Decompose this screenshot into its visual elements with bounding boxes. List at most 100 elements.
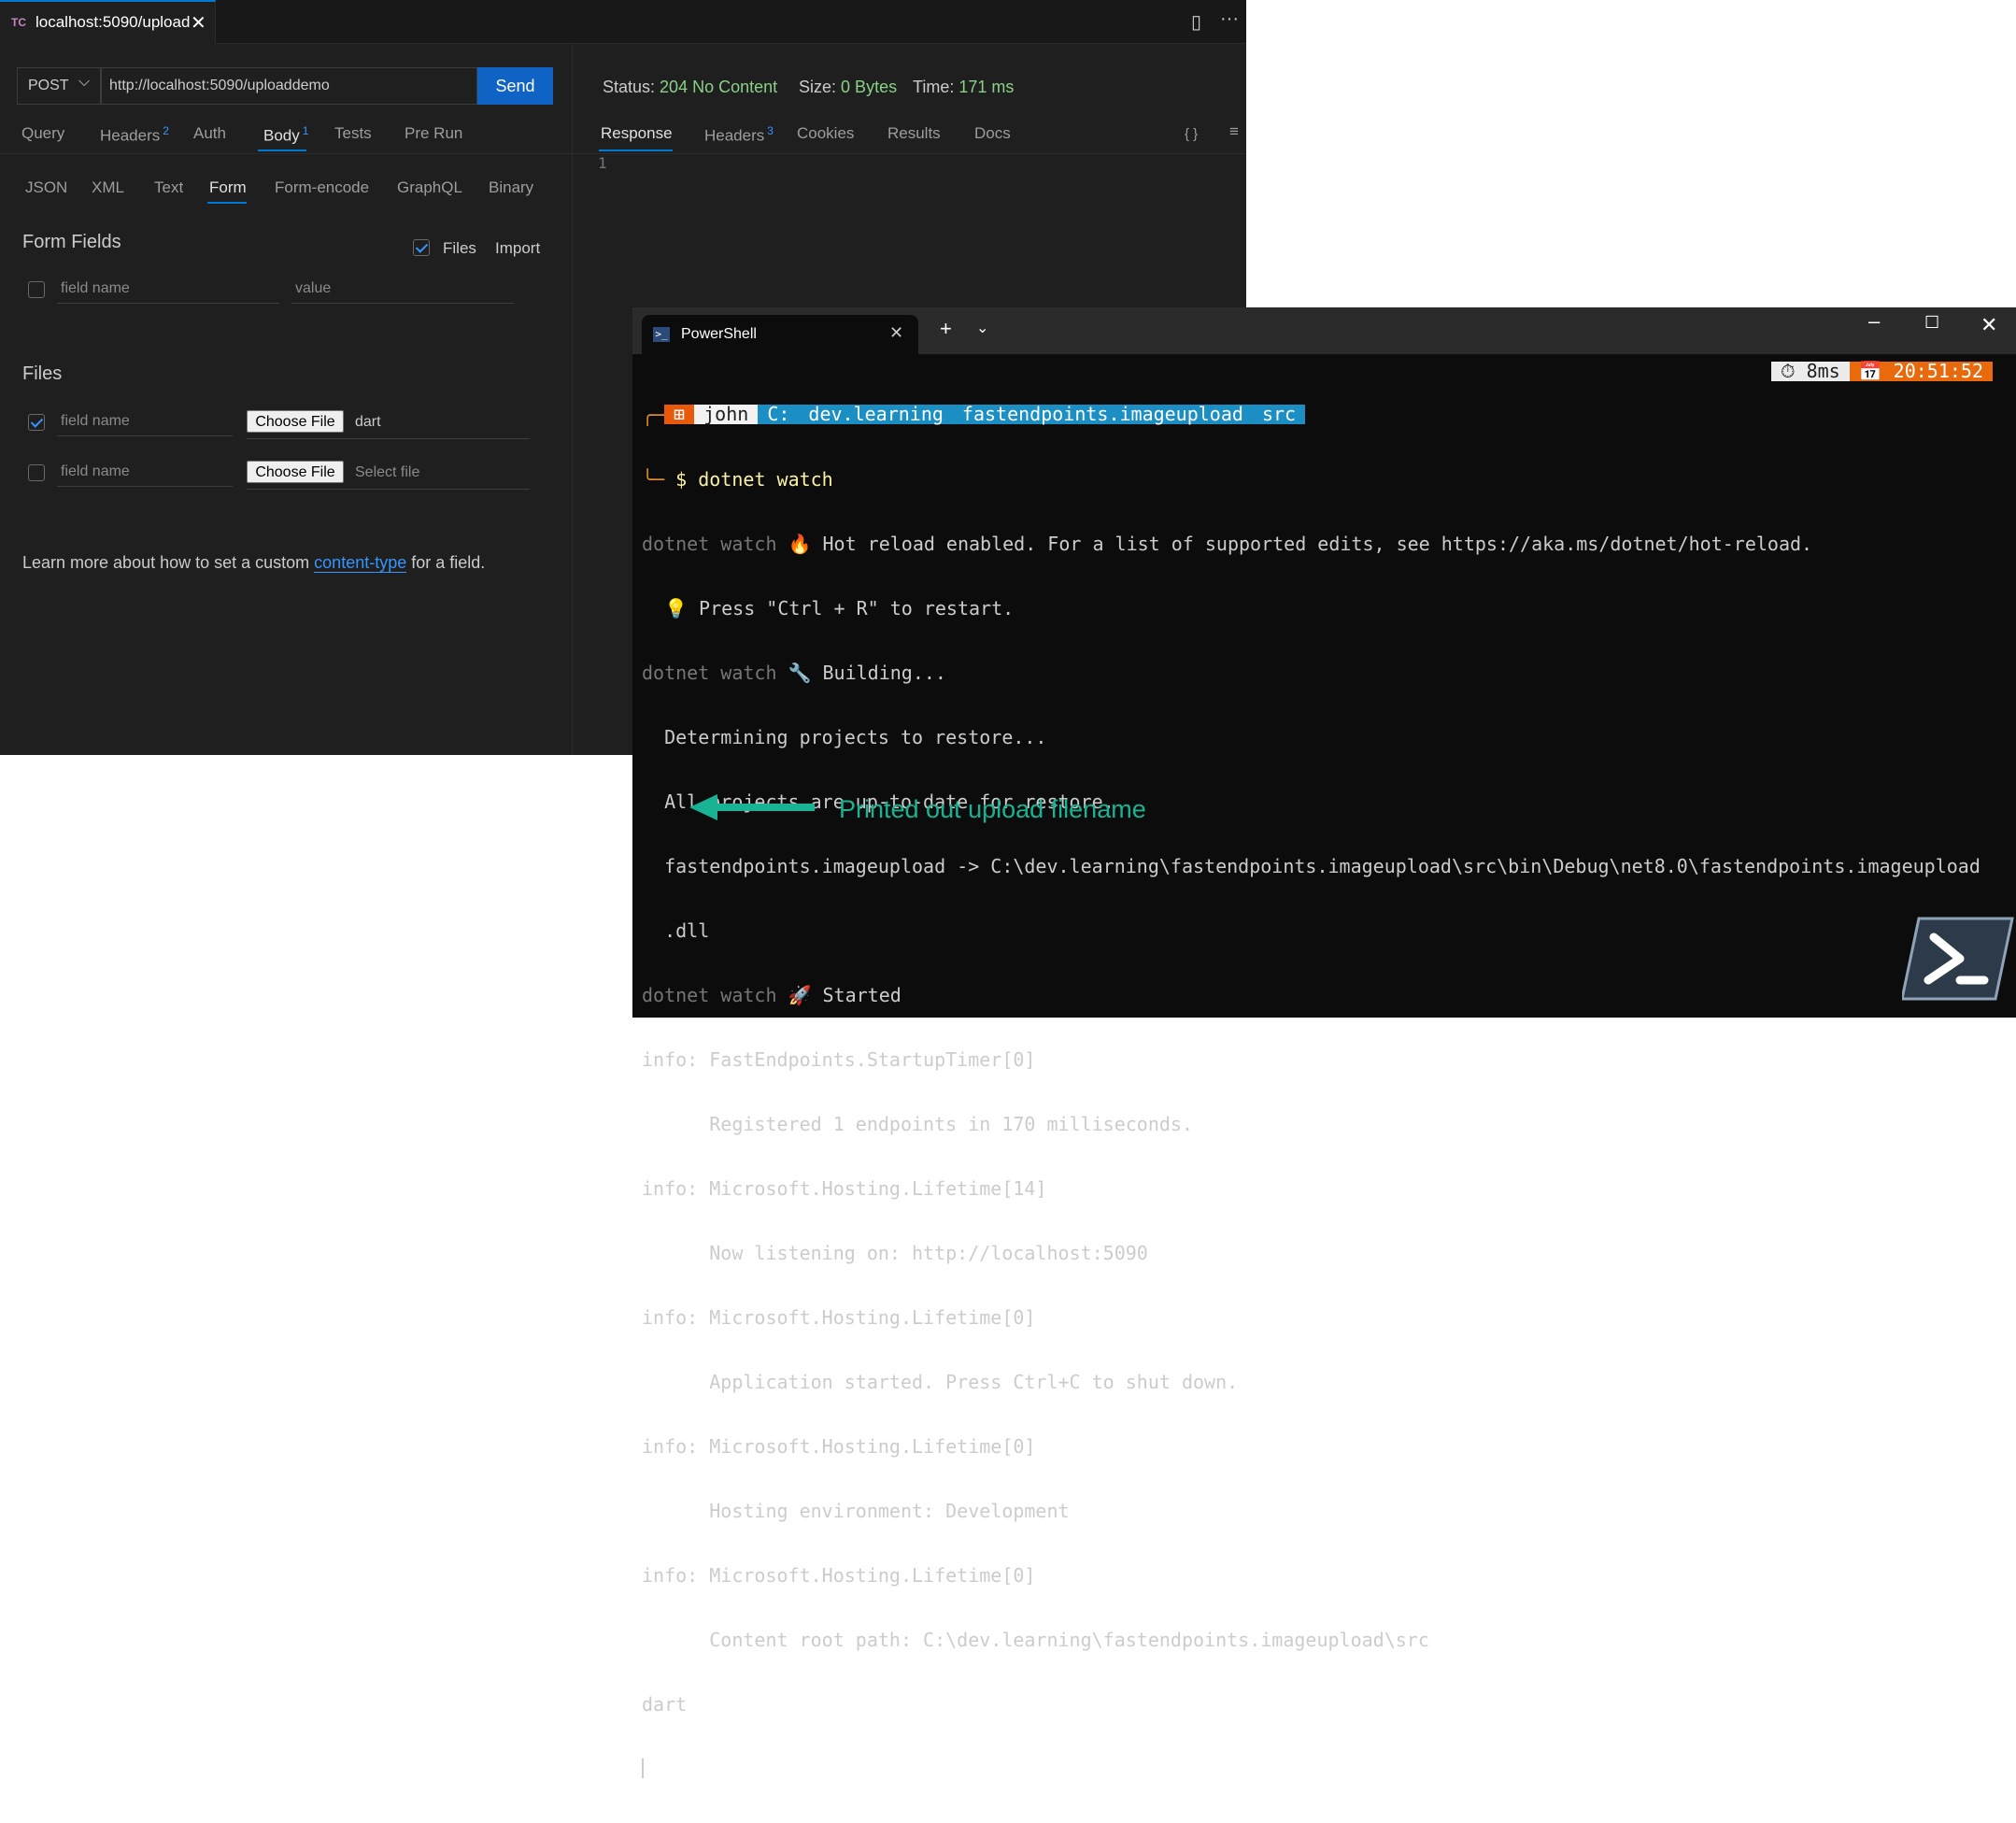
output-line: info: FastEndpoints.StartupTimer[0] <box>642 1048 1036 1071</box>
body-tab-form[interactable]: Form <box>209 178 247 197</box>
menu-icon[interactable]: ≡ <box>1229 122 1239 141</box>
terminal-titlebar: >_ PowerShell ✕ + ⌄ – ☐ ✕ <box>632 307 2016 354</box>
output-line: Now listening on: http://localhost:5090 <box>642 1242 1148 1264</box>
annotation-text: Printed out upload filename <box>839 795 1146 823</box>
terminal-tab[interactable]: >_ PowerShell ✕ <box>642 315 918 354</box>
tab-auth[interactable]: Auth <box>193 124 226 143</box>
terminal-cursor <box>642 1759 2006 1780</box>
json-format-icon[interactable]: { } <box>1185 126 1198 142</box>
prompt-line: ╭─ ⊞ john C: dev.learning fastendpoints.image… <box>642 362 2006 426</box>
output-line: dotnet watch 🔥 Hot reload enabled. For a… <box>642 533 1813 555</box>
url-input[interactable]: http://localhost:5090/uploaddemo <box>101 67 477 105</box>
output-line: info: Microsoft.Hosting.Lifetime[0] <box>642 1564 1036 1587</box>
prompt-drive: C: <box>758 405 800 424</box>
output-line: Hosting environment: Development <box>642 1500 1070 1522</box>
prompt-dir: src <box>1252 405 1306 424</box>
output-line: info: Microsoft.Hosting.Lifetime[0] <box>642 1435 1036 1458</box>
output-line: Content root path: C:\dev.learning\faste… <box>642 1629 1429 1651</box>
form-field-name-input[interactable]: field name <box>57 275 279 304</box>
headers-count-badge: 2 <box>163 124 169 137</box>
response-headers-count-badge: 3 <box>767 124 774 137</box>
method-select[interactable]: POST ⌵ <box>17 67 101 105</box>
active-body-tab-indicator <box>207 202 247 204</box>
prompt-clock: 📅 20:51:52 <box>1849 362 1993 381</box>
response-tabs-divider <box>573 153 1246 154</box>
output-line: 💡 Press "Ctrl + R" to restart. <box>642 597 1015 620</box>
prompt-dir: fastendpoints.imageupload <box>952 405 1253 424</box>
split-editor-icon[interactable]: ▯ <box>1191 10 1201 34</box>
choose-file-button[interactable]: Choose File <box>247 461 344 483</box>
tab-results[interactable]: Results <box>887 124 941 143</box>
file-row-checkbox[interactable] <box>28 414 45 431</box>
output-line: Determining projects to restore... <box>642 726 1047 748</box>
tab-cookies[interactable]: Cookies <box>797 124 854 143</box>
body-tab-binary[interactable]: Binary <box>489 178 533 197</box>
form-field-checkbox[interactable] <box>28 281 45 298</box>
output-line: info: Microsoft.Hosting.Lifetime[0] <box>642 1306 1036 1329</box>
tab-response[interactable]: Response <box>601 124 673 143</box>
request-tabs-divider <box>0 153 572 154</box>
powershell-icon: >_ <box>653 327 670 342</box>
output-line: fastendpoints.imageupload -> C:\dev.lear… <box>642 855 1981 877</box>
maximize-icon[interactable]: ☐ <box>1924 313 1939 333</box>
powershell-logo-icon <box>1902 917 2014 1001</box>
uploaded-filename-line: dart <box>642 1693 688 1716</box>
import-link[interactable]: Import <box>495 239 540 258</box>
form-fields-title: Form Fields <box>22 232 121 252</box>
output-line: dotnet watch 🚀 Started <box>642 984 902 1006</box>
active-tab-indicator <box>258 150 306 151</box>
editor-tab-bar: TC localhost:5090/upload ✕ ▯ ··· <box>0 0 1246 44</box>
files-title: Files <box>22 363 63 384</box>
output-line: dotnet watch 🔧 Building... <box>642 662 946 684</box>
terminal-output[interactable]: ╭─ ⊞ john C: dev.learning fastendpoints.image… <box>642 362 2006 1778</box>
body-tab-xml[interactable]: XML <box>92 178 124 197</box>
file-row-checkbox[interactable] <box>28 464 45 481</box>
more-actions-icon[interactable]: ··· <box>1220 8 1239 30</box>
output-line: info: Microsoft.Hosting.Lifetime[14] <box>642 1177 1047 1200</box>
file-field-name-input[interactable]: field name <box>57 458 233 487</box>
tab-body[interactable]: Body 1 <box>263 124 308 146</box>
content-type-link[interactable]: content-type <box>314 553 407 573</box>
choose-file-button[interactable]: Choose File <box>247 410 344 433</box>
thunder-client-icon: TC <box>11 16 26 29</box>
prompt-dir: dev.learning <box>799 405 953 424</box>
size-readout: Size: 0 Bytes <box>799 78 898 96</box>
windows-icon: ⊞ <box>664 405 695 424</box>
url-value: http://localhost:5090/uploaddemo <box>109 78 330 93</box>
close-icon[interactable]: ✕ <box>191 11 206 35</box>
body-tab-text[interactable]: Text <box>154 178 183 197</box>
annotation-arrow <box>689 794 815 820</box>
tab-docs[interactable]: Docs <box>974 124 1011 143</box>
pane-divider[interactable] <box>572 43 573 755</box>
form-field-value-input[interactable]: value <box>291 275 514 304</box>
body-tab-graphql[interactable]: GraphQL <box>397 178 462 197</box>
tab-title: localhost:5090/upload <box>35 13 191 31</box>
body-tab-json[interactable]: JSON <box>25 178 67 197</box>
chevron-down-icon[interactable]: ⌄ <box>976 319 988 337</box>
tab-query[interactable]: Query <box>21 124 64 143</box>
status-value: 204 No Content <box>660 78 778 96</box>
selected-file-name: dart <box>355 414 381 430</box>
file-field-name-input[interactable]: field name <box>57 407 233 436</box>
status-readout: Status: 204 No Content <box>603 78 778 96</box>
body-tab-form-encode[interactable]: Form-encode <box>275 178 369 197</box>
method-value: POST <box>28 78 69 93</box>
editor-tab[interactable]: TC localhost:5090/upload ✕ <box>0 0 216 44</box>
files-checkbox[interactable] <box>413 239 430 256</box>
tab-tests[interactable]: Tests <box>334 124 372 143</box>
new-tab-icon[interactable]: + <box>940 317 952 341</box>
active-response-tab-indicator <box>599 150 673 151</box>
close-window-icon[interactable]: ✕ <box>1981 313 1997 337</box>
line-number: 1 <box>598 154 607 172</box>
tab-pre-run[interactable]: Pre Run <box>405 124 462 143</box>
selected-file-name: Select file <box>355 464 420 480</box>
chevron-down-icon: ⌵ <box>78 74 91 90</box>
tab-headers[interactable]: Headers 2 <box>100 124 169 146</box>
close-icon[interactable]: ✕ <box>889 323 903 343</box>
prompt-duration: ⏱ 8ms <box>1770 362 1850 381</box>
content-type-help-text: Learn more about how to set a custom con… <box>22 553 486 573</box>
send-button[interactable]: Send <box>477 67 553 105</box>
minimize-icon[interactable]: – <box>1868 309 1880 334</box>
tab-response-headers[interactable]: Headers 3 <box>704 124 774 146</box>
powershell-window: >_ PowerShell ✕ + ⌄ – ☐ ✕ ╭─ ⊞ john C: dev.l… <box>632 307 2016 1778</box>
